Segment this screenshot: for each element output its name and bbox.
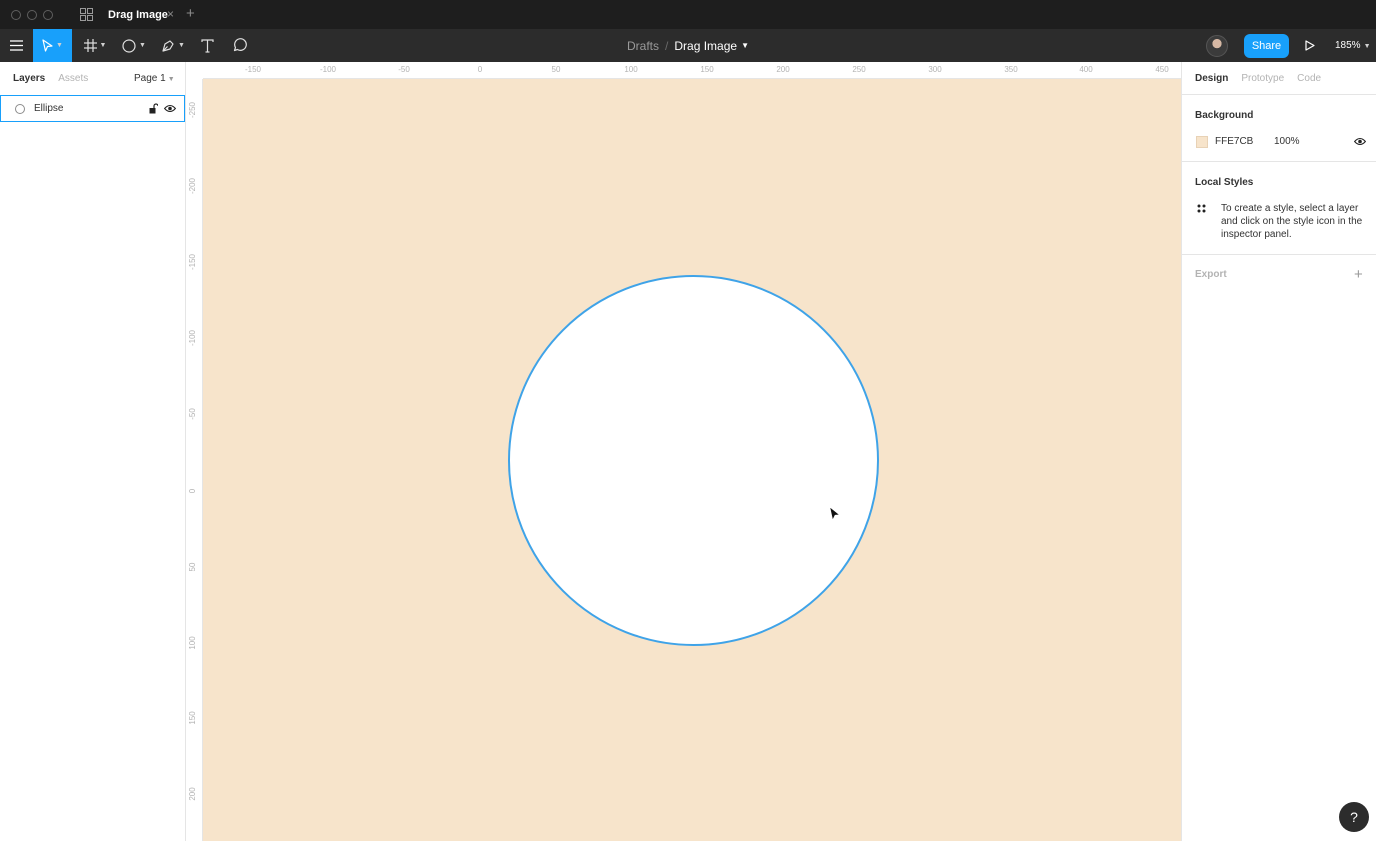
ruler-tick: -150 [188, 253, 197, 271]
frame-tool-button[interactable]: ▼ [80, 29, 110, 62]
eye-icon[interactable] [164, 104, 176, 113]
ruler-tick: -50 [188, 408, 197, 420]
zoom-level: 185% [1335, 40, 1361, 51]
chevron-down-icon: ▼ [178, 42, 185, 49]
ruler-corner [186, 62, 203, 79]
background-section-title: Background [1195, 110, 1254, 121]
ruler-tick: 0 [477, 65, 483, 74]
ruler-tick: 200 [188, 787, 197, 801]
ruler-tick: 450 [1155, 65, 1169, 74]
figma-app: Drag Image × + ▼ ▼ ▼ ▼ Drafts / Drag Ima… [0, 0, 1376, 841]
move-cursor-icon [42, 39, 53, 52]
breadcrumb-drafts[interactable]: Drafts [627, 39, 659, 53]
section-divider [1182, 254, 1376, 255]
ruler-tick: 250 [852, 65, 866, 74]
comment-tool-button[interactable] [228, 29, 250, 62]
text-t-icon [200, 38, 214, 53]
minimize-window-button[interactable] [27, 9, 37, 20]
background-opacity-input[interactable]: 100% [1274, 136, 1300, 147]
ruler-tick: -150 [244, 65, 262, 74]
hamburger-icon [10, 40, 23, 51]
tab-assets[interactable]: Assets [58, 73, 88, 84]
background-hex-input[interactable]: FFE7CB [1215, 136, 1253, 147]
new-tab-icon[interactable]: + [186, 5, 195, 22]
chevron-down-icon: ▼ [1363, 43, 1371, 50]
ellipse-shape-icon [122, 38, 136, 53]
ruler-tick: 400 [1079, 65, 1093, 74]
ellipse-shape[interactable] [508, 275, 879, 646]
page-selector-label: Page 1 [134, 73, 166, 84]
ruler-tick: -100 [188, 329, 197, 347]
user-avatar[interactable] [1206, 35, 1228, 57]
ruler-tick: 100 [624, 65, 638, 74]
toolbar: ▼ ▼ ▼ ▼ Drafts / Drag Image ▼ Share 185%… [0, 29, 1376, 62]
frame-hash-icon [83, 39, 97, 52]
file-name-menu[interactable]: Drag Image [674, 39, 737, 53]
text-tool-button[interactable] [196, 29, 218, 62]
design-canvas[interactable] [203, 79, 1182, 841]
local-styles-hint: To create a style, select a layer and cl… [1221, 203, 1363, 240]
help-button[interactable]: ? [1339, 802, 1369, 832]
ruler-tick: 150 [188, 711, 197, 725]
section-divider [1182, 161, 1376, 162]
move-tool-button[interactable]: ▼ [33, 29, 72, 62]
main-menu-button[interactable] [0, 29, 33, 62]
tab-prototype[interactable]: Prototype [1241, 73, 1284, 84]
background-color-swatch[interactable] [1196, 136, 1208, 148]
unlock-icon[interactable] [149, 103, 158, 114]
horizontal-ruler: -150 -100 -50 0 50 100 150 200 250 300 3… [186, 62, 1182, 79]
ruler-tick: 150 [700, 65, 714, 74]
ruler-tick: 0 [188, 488, 197, 494]
page-selector[interactable]: Page 1 ▼ [134, 73, 175, 84]
layer-row[interactable]: Ellipse [0, 95, 185, 122]
right-panel-tabs: Design Prototype Code [1182, 62, 1376, 95]
ruler-tick: 100 [188, 636, 197, 650]
ruler-tick: -100 [319, 65, 337, 74]
chevron-down-icon: ▼ [167, 76, 175, 83]
present-play-button[interactable] [1302, 37, 1318, 53]
play-icon [1305, 39, 1315, 51]
pen-tool-button[interactable]: ▼ [157, 29, 189, 62]
shape-tool-button[interactable]: ▼ [118, 29, 150, 62]
ellipse-layer-icon [15, 103, 25, 114]
add-export-icon[interactable]: + [1354, 267, 1363, 282]
tab-layers[interactable]: Layers [13, 73, 45, 84]
file-browser-grid-icon[interactable] [79, 8, 93, 22]
chevron-down-icon: ▼ [56, 42, 63, 49]
vertical-ruler: -250 -200 -150 -100 -50 0 50 100 150 200 [186, 79, 203, 841]
comment-bubble-icon [233, 38, 247, 52]
window-controls [11, 9, 53, 20]
layers-panel: Layers Assets Page 1 ▼ Ellipse [0, 62, 186, 841]
local-styles-title: Local Styles [1195, 177, 1254, 188]
layer-name: Ellipse [34, 103, 64, 114]
chevron-down-icon[interactable]: ▼ [741, 41, 749, 50]
chevron-down-icon: ▼ [99, 42, 107, 49]
tab-design[interactable]: Design [1195, 73, 1228, 84]
zoom-menu[interactable]: 185% ▼ [1335, 40, 1371, 51]
ruler-tick: -200 [188, 177, 197, 195]
pen-nib-icon [162, 39, 174, 52]
file-tab[interactable]: Drag Image × [96, 0, 184, 29]
title-bar: Drag Image × + [0, 0, 1376, 29]
ruler-tick: -250 [188, 101, 197, 119]
close-tab-icon[interactable]: × [167, 7, 174, 21]
eye-icon[interactable] [1354, 137, 1366, 146]
ruler-tick: 50 [551, 65, 561, 74]
chevron-down-icon: ▼ [139, 42, 146, 49]
breadcrumb-separator: / [665, 38, 669, 53]
maximize-window-button[interactable] [43, 9, 53, 20]
ruler-tick: 200 [776, 65, 790, 74]
close-window-button[interactable] [11, 9, 21, 20]
ruler-tick: -50 [398, 65, 410, 74]
share-button[interactable]: Share [1244, 34, 1289, 58]
mouse-pointer-icon [829, 506, 841, 522]
ruler-tick: 350 [1004, 65, 1018, 74]
design-panel: Design Prototype Code Background FFE7CB … [1181, 62, 1376, 841]
tab-code[interactable]: Code [1297, 73, 1321, 84]
style-dots-icon [1197, 204, 1206, 213]
export-section-title: Export [1195, 269, 1227, 280]
ruler-tick: 300 [928, 65, 942, 74]
ruler-tick: 50 [188, 562, 197, 572]
file-tab-label: Drag Image [108, 8, 168, 21]
